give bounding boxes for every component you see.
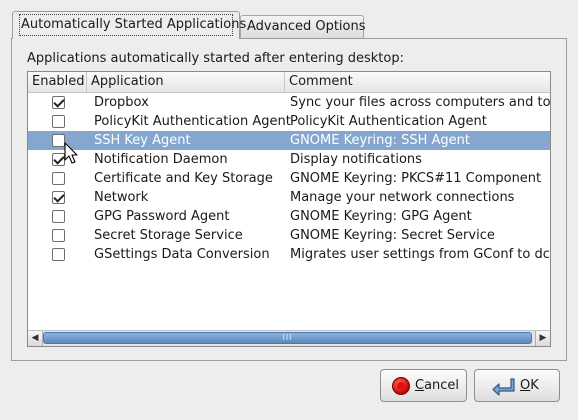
tab-label: Advanced Options — [247, 19, 366, 34]
tab-advanced-options[interactable]: Advanced Options — [240, 15, 366, 38]
scroll-left-arrow-icon[interactable]: ◀ — [28, 331, 43, 346]
application-comment: GNOME Keyring: GPG Agent — [290, 209, 472, 224]
application-name: Notification Daemon — [94, 152, 228, 167]
scroll-right-arrow-icon[interactable]: ▶ — [535, 331, 550, 346]
tab-panel: Applications automatically started after… — [11, 38, 567, 361]
list-header: Enabled Application Comment — [28, 72, 550, 93]
scrollbar-thumb[interactable]: III — [43, 332, 532, 344]
application-comment: PolicyKit Authentication Agent — [290, 114, 487, 129]
enabled-checkbox[interactable] — [52, 115, 65, 128]
enabled-checkbox[interactable] — [52, 210, 65, 223]
application-comment: GNOME Keyring: PKCS#11 Component — [290, 171, 542, 186]
cancel-button-label: Cancel — [415, 378, 460, 393]
table-row[interactable]: SSH Key Agent GNOME Keyring: SSH Agent — [28, 131, 550, 150]
application-name: GPG Password Agent — [94, 209, 230, 224]
enabled-checkbox[interactable] — [52, 172, 65, 185]
enabled-checkbox[interactable] — [52, 248, 65, 261]
application-name: PolicyKit Authentication Agent — [94, 114, 291, 129]
cancel-button[interactable]: Cancel — [380, 369, 467, 402]
table-row[interactable]: GSettings Data Conversion Migrates user … — [28, 245, 550, 264]
list-rows: Dropbox Sync your files across computers… — [28, 93, 550, 264]
startup-applications-list[interactable]: Enabled Application Comment Dropbox Sync… — [27, 71, 551, 347]
ok-button-label: OK — [520, 378, 539, 393]
application-name: Network — [94, 190, 149, 205]
application-comment: Manage your network connections — [290, 190, 515, 205]
stop-icon — [392, 377, 410, 395]
column-header-application[interactable]: Application — [87, 72, 285, 92]
application-comment: Sync your files across computers and to … — [290, 95, 551, 110]
application-name: Certificate and Key Storage — [94, 171, 273, 186]
enabled-checkbox[interactable] — [52, 191, 65, 204]
table-row[interactable]: Certificate and Key Storage GNOME Keyrin… — [28, 169, 550, 188]
return-arrow-icon — [492, 378, 515, 396]
table-row[interactable]: GPG Password Agent GNOME Keyring: GPG Ag… — [28, 207, 550, 226]
horizontal-scrollbar[interactable]: ◀ III ▶ — [28, 330, 550, 346]
application-name: Secret Storage Service — [94, 228, 243, 243]
tab-label: Automatically Started Applications — [19, 14, 246, 36]
tab-automatically-started-applications[interactable]: Automatically Started Applications — [12, 11, 246, 39]
enabled-checkbox[interactable] — [52, 229, 65, 242]
column-header-enabled[interactable]: Enabled — [28, 72, 87, 92]
application-name: GSettings Data Conversion — [94, 247, 270, 262]
section-label: Applications automatically started after… — [27, 51, 404, 66]
application-comment: Display notifications — [290, 152, 422, 167]
application-comment: GNOME Keyring: SSH Agent — [290, 133, 471, 148]
column-header-comment[interactable]: Comment — [285, 72, 550, 92]
table-row[interactable]: Secret Storage Service GNOME Keyring: Se… — [28, 226, 550, 245]
application-name: Dropbox — [94, 95, 149, 110]
table-row[interactable]: Dropbox Sync your files across computers… — [28, 93, 550, 112]
application-comment: GNOME Keyring: Secret Service — [290, 228, 495, 243]
scrollbar-grip: III — [282, 333, 293, 342]
table-row[interactable]: PolicyKit Authentication Agent PolicyKit… — [28, 112, 550, 131]
application-comment: Migrates user settings from GConf to dco… — [290, 247, 551, 262]
application-name: SSH Key Agent — [94, 133, 191, 148]
enabled-checkbox[interactable] — [52, 96, 65, 109]
table-row[interactable]: Network Manage your network connections — [28, 188, 550, 207]
table-row[interactable]: Notification Daemon Display notification… — [28, 150, 550, 169]
ok-button[interactable]: OK — [474, 369, 560, 402]
mouse-pointer-icon — [64, 142, 78, 164]
